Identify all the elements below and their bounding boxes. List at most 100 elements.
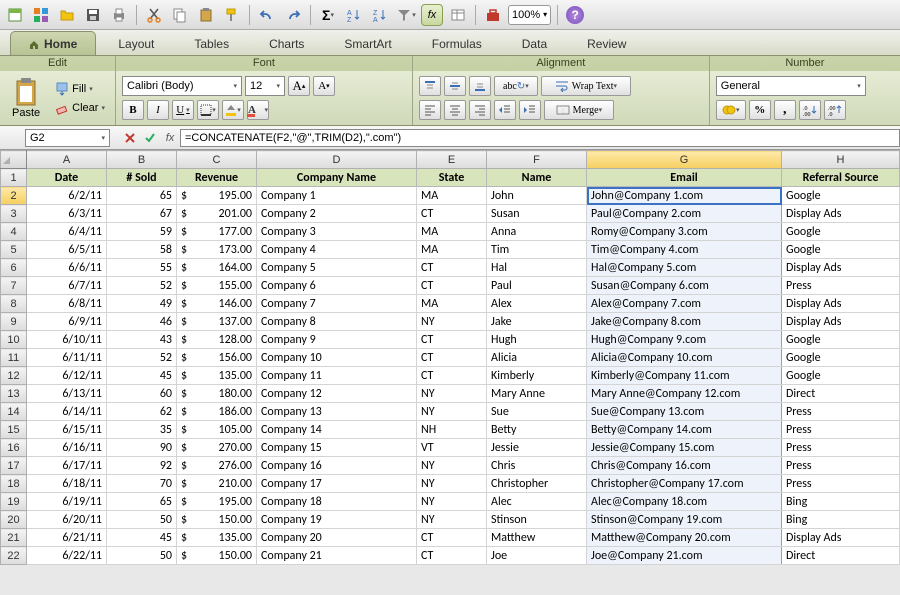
merge-button[interactable]: Merge▾ [544, 100, 614, 120]
cell[interactable]: $177.00 [177, 223, 257, 241]
tab-smartart[interactable]: SmartArt [326, 32, 409, 55]
cell[interactable]: Direct [782, 547, 900, 565]
cell[interactable]: 59 [107, 223, 177, 241]
cell[interactable]: Tim@Company 4.com [587, 241, 782, 259]
cell[interactable]: Display Ads [782, 529, 900, 547]
header-cell[interactable]: Email [587, 169, 782, 187]
cell[interactable]: Company 4 [257, 241, 417, 259]
redo-icon[interactable] [282, 4, 304, 26]
cell[interactable]: Company 10 [257, 349, 417, 367]
align-middle-button[interactable] [444, 76, 466, 96]
orientation-button[interactable]: abc↻▾ [494, 76, 538, 96]
wrap-text-button[interactable]: Wrap Text▾ [541, 76, 631, 96]
help-icon[interactable]: ? [564, 4, 586, 26]
cell[interactable]: 52 [107, 349, 177, 367]
cell[interactable]: Anna [487, 223, 587, 241]
increase-decimal-button[interactable]: .0.00 [799, 100, 821, 120]
cell[interactable]: Company 3 [257, 223, 417, 241]
cell[interactable]: 50 [107, 547, 177, 565]
cell[interactable]: NY [417, 457, 487, 475]
decrease-indent-button[interactable] [494, 100, 516, 120]
fill-color-button[interactable]: ▾ [222, 100, 244, 120]
cell[interactable]: 6/20/11 [27, 511, 107, 529]
border-button[interactable]: ▾ [197, 100, 219, 120]
align-center-button[interactable] [444, 100, 466, 120]
clear-button[interactable]: Clear ▾ [51, 100, 109, 116]
format-painter-icon[interactable] [221, 4, 243, 26]
cell[interactable]: $195.00 [177, 493, 257, 511]
cell[interactable]: $146.00 [177, 295, 257, 313]
tab-charts[interactable]: Charts [251, 32, 322, 55]
column-header[interactable]: B [107, 151, 177, 169]
cell[interactable]: CT [417, 349, 487, 367]
font-color-button[interactable]: A▾ [247, 100, 269, 120]
cell[interactable]: 43 [107, 331, 177, 349]
cell[interactable]: 58 [107, 241, 177, 259]
cell[interactable]: MA [417, 187, 487, 205]
row-header[interactable]: 17 [1, 457, 27, 475]
cell[interactable]: CT [417, 331, 487, 349]
increase-indent-button[interactable] [519, 100, 541, 120]
font-size-select[interactable]: 12▾ [245, 76, 285, 96]
cell[interactable]: $210.00 [177, 475, 257, 493]
row-header[interactable]: 16 [1, 439, 27, 457]
tab-data[interactable]: Data [504, 32, 565, 55]
cell[interactable]: Christopher [487, 475, 587, 493]
cell[interactable]: 6/15/11 [27, 421, 107, 439]
underline-button[interactable]: U▾ [172, 100, 194, 120]
cell[interactable]: 6/21/11 [27, 529, 107, 547]
open-icon[interactable] [56, 4, 78, 26]
cell[interactable]: $135.00 [177, 529, 257, 547]
cell[interactable]: Company 9 [257, 331, 417, 349]
cell[interactable]: 67 [107, 205, 177, 223]
cell[interactable]: 35 [107, 421, 177, 439]
header-cell[interactable]: Date [27, 169, 107, 187]
cell[interactable]: 92 [107, 457, 177, 475]
align-top-button[interactable] [419, 76, 441, 96]
cell[interactable]: Company 18 [257, 493, 417, 511]
sort-desc-icon[interactable]: ZA [369, 4, 391, 26]
cell[interactable]: NY [417, 313, 487, 331]
enter-formula-button[interactable] [140, 128, 160, 148]
cell[interactable]: 6/4/11 [27, 223, 107, 241]
decrease-font-button[interactable]: A▾ [313, 76, 335, 96]
cell[interactable]: 6/6/11 [27, 259, 107, 277]
row-header[interactable]: 13 [1, 385, 27, 403]
cell[interactable]: Display Ads [782, 295, 900, 313]
cell[interactable]: Company 20 [257, 529, 417, 547]
cell[interactable]: $156.00 [177, 349, 257, 367]
cell[interactable]: Google [782, 367, 900, 385]
cell[interactable]: Chris [487, 457, 587, 475]
sort-asc-icon[interactable]: AZ [343, 4, 365, 26]
cell[interactable]: 6/7/11 [27, 277, 107, 295]
row-header[interactable]: 10 [1, 331, 27, 349]
tab-review[interactable]: Review [569, 32, 644, 55]
show-formulas-icon[interactable] [447, 4, 469, 26]
formula-input[interactable]: =CONCATENATE(F2,"@",TRIM(D2),".com") [180, 129, 900, 147]
name-box[interactable]: G2▾ [25, 129, 110, 147]
cell[interactable]: Bing [782, 511, 900, 529]
cell[interactable]: $201.00 [177, 205, 257, 223]
cell[interactable]: Company 11 [257, 367, 417, 385]
cell[interactable]: Susan@Company 6.com [587, 277, 782, 295]
cell[interactable]: $137.00 [177, 313, 257, 331]
cut-icon[interactable] [143, 4, 165, 26]
cell[interactable]: Mary Anne [487, 385, 587, 403]
filter-icon[interactable]: ▾ [395, 4, 417, 26]
cell[interactable]: Google [782, 223, 900, 241]
row-header[interactable]: 14 [1, 403, 27, 421]
cell[interactable]: 90 [107, 439, 177, 457]
cell[interactable]: Hal [487, 259, 587, 277]
cell[interactable]: Hal@Company 5.com [587, 259, 782, 277]
cell[interactable]: $155.00 [177, 277, 257, 295]
cell[interactable]: 6/10/11 [27, 331, 107, 349]
cell[interactable]: Google [782, 331, 900, 349]
select-all-corner[interactable] [1, 151, 27, 169]
column-header[interactable]: E [417, 151, 487, 169]
row-header[interactable]: 18 [1, 475, 27, 493]
cell[interactable]: NY [417, 385, 487, 403]
cell[interactable]: Jessie [487, 439, 587, 457]
cell[interactable]: 50 [107, 511, 177, 529]
row-header[interactable]: 9 [1, 313, 27, 331]
cell[interactable]: Press [782, 421, 900, 439]
